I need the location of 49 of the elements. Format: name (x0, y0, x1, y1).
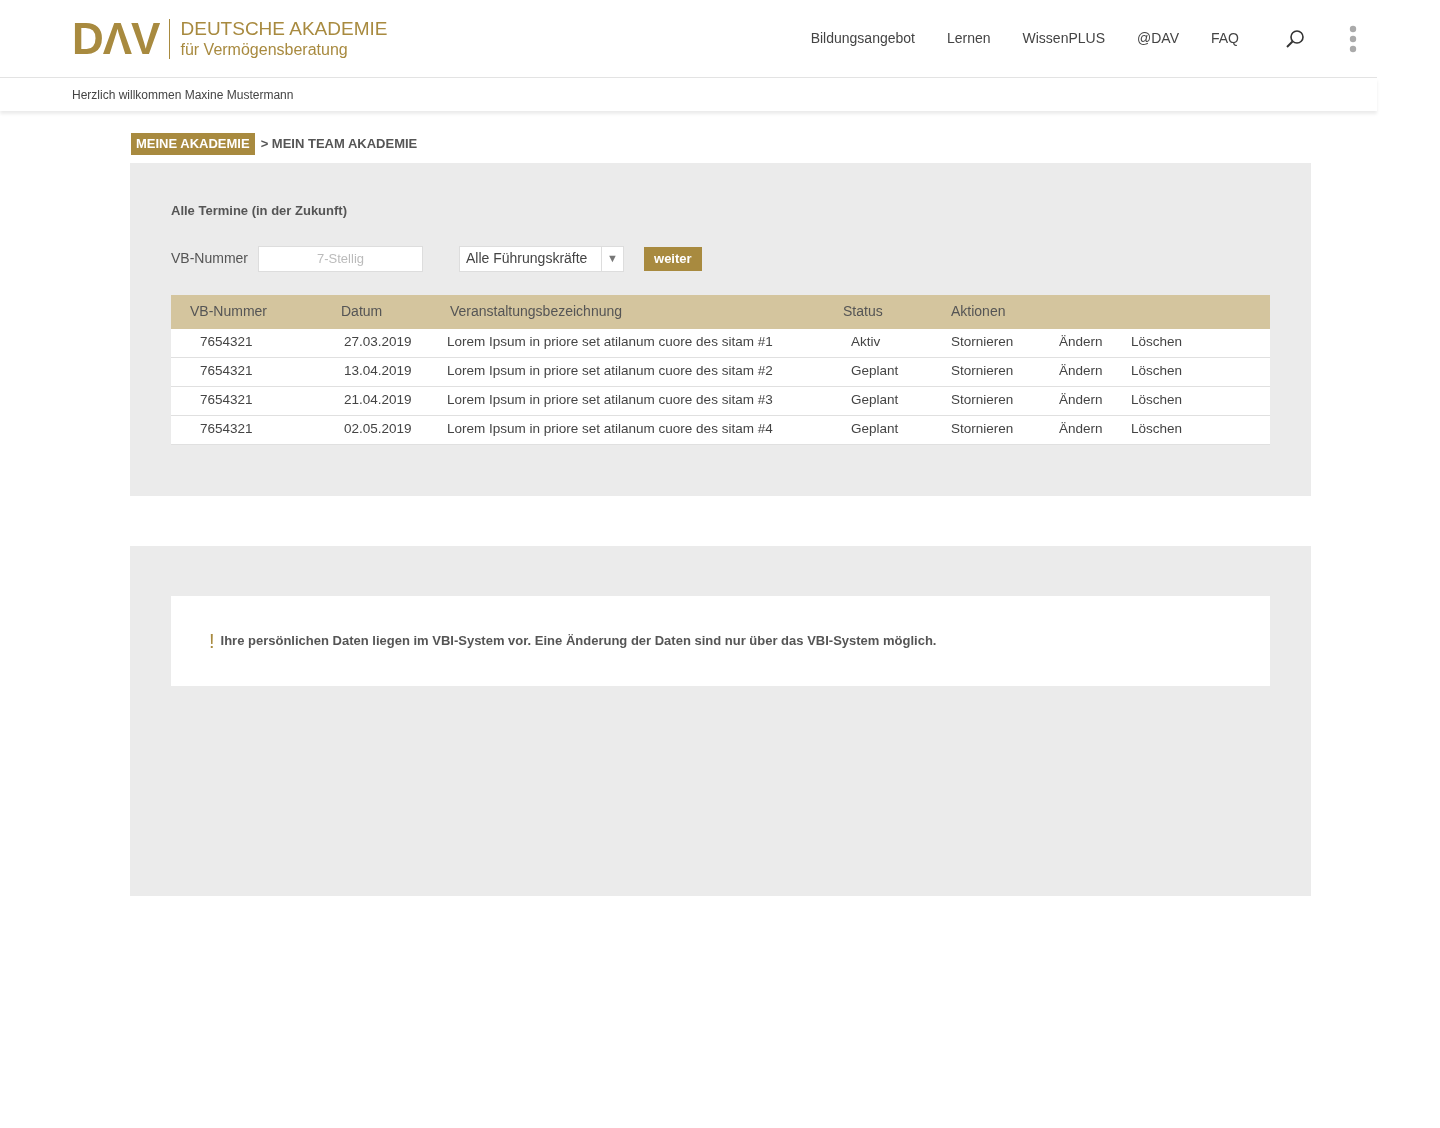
breadcrumb-text: > MEIN TEAM AKADEMIE (260, 135, 418, 154)
table-cell-text: 21.04.2019 (343, 391, 413, 410)
status-cell-text: Aktiv (851, 333, 882, 352)
notice-text: Ihre persönlichen Daten liegen im VBI-System vor. Eine Änderung der Daten sind nur über das VBI-System möglich. (220, 632, 937, 651)
column-header: Status (842, 302, 884, 321)
nav-link[interactable]: Lernen (944, 28, 993, 49)
action-link[interactable]: Stornieren (951, 334, 1014, 350)
search-icon[interactable] (1285, 28, 1305, 49)
nav-link[interactable]: WissenPLUS (1020, 28, 1107, 49)
manager-dropdown[interactable]: Alle Führungskräfte ▼ (459, 245, 624, 272)
table-cell-text: Lorem Ipsum in priore set atilanum cuore des sitam #1 (447, 333, 774, 352)
column-header: Veranstaltungsbezeichnung (449, 302, 624, 321)
action-link[interactable]: Ändern (1059, 363, 1103, 379)
table-cell-text: 7654321 (199, 420, 254, 439)
status-cell-text: Geplant (851, 420, 900, 439)
action-link[interactable]: Stornieren (951, 363, 1014, 379)
action-link[interactable]: Löschen (1131, 421, 1183, 437)
column-header: VB-Nummer (189, 302, 268, 321)
action-link[interactable]: Löschen (1131, 334, 1183, 350)
table-cell-text: 7654321 (199, 362, 254, 381)
table-cell-text: Lorem Ipsum in priore set atilanum cuore des sitam #2 (447, 362, 774, 381)
action-link[interactable]: Ändern (1059, 334, 1103, 350)
table-cell-text: Lorem Ipsum in priore set atilanum cuore des sitam #3 (447, 391, 774, 410)
action-link[interactable]: Ändern (1059, 392, 1103, 408)
nav-link[interactable]: Bildungsangebot (808, 28, 917, 49)
action-link[interactable]: Ändern (1059, 421, 1103, 437)
action-link[interactable]: Löschen (1131, 363, 1183, 379)
status-cell-text: Geplant (851, 362, 900, 381)
action-link[interactable]: Stornieren (951, 421, 1014, 437)
table-cell-text: 7654321 (199, 333, 254, 352)
logo-subtitle: für Vermögensberatung (180, 40, 349, 61)
welcome-text: Herzlich willkommen Maxine Mustermann (72, 86, 294, 104)
nav-link[interactable]: FAQ (1209, 28, 1241, 49)
table-cell-text: 13.04.2019 (343, 362, 413, 381)
table-cell-text: 27.03.2019 (343, 333, 413, 352)
table-cell-text: 7654321 (199, 391, 254, 410)
status-cell-text: Geplant (851, 391, 900, 410)
action-link[interactable]: Stornieren (951, 392, 1014, 408)
action-link[interactable]: Löschen (1131, 392, 1183, 408)
column-header: Aktionen (950, 302, 1007, 321)
nav-link[interactable]: @DAV (1135, 28, 1181, 49)
table-cell-text: Lorem Ipsum in priore set atilanum cuore des sitam #4 (447, 420, 774, 439)
table-cell-text: 02.05.2019 (343, 420, 413, 439)
vb-label: VB-Nummer (171, 249, 248, 268)
vb-number-field[interactable]: 7-Stellig (258, 245, 423, 272)
panel-title: Alle Termine (in der Zukunft) (171, 202, 348, 220)
column-header: Datum (340, 302, 384, 321)
exclamation-icon: ! (209, 631, 215, 651)
logo-title: DEUTSCHE AKADEMIE (180, 16, 388, 41)
